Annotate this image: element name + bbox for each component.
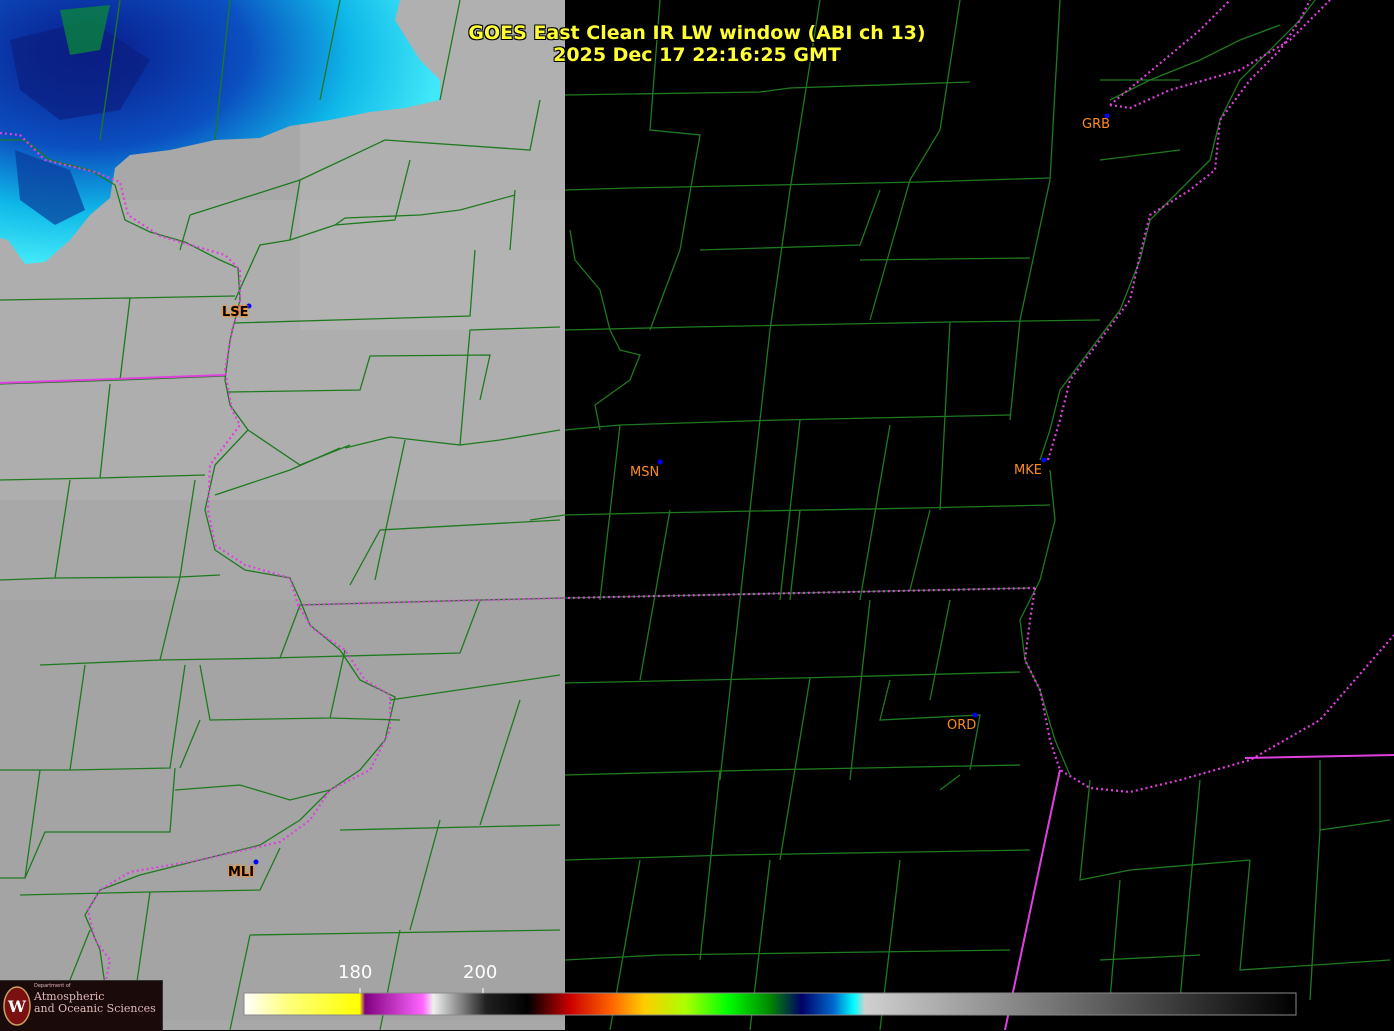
station-dot-msn — [657, 459, 663, 465]
station-dot-mli — [253, 859, 259, 865]
station-dot-mke — [1041, 457, 1047, 463]
logo-text: Atmospheric and Oceanic Sciences — [34, 991, 156, 1015]
uw-crest-icon: W — [3, 986, 31, 1026]
station-label-mke: MKE — [1014, 463, 1042, 478]
station-label-msn: MSN — [630, 465, 660, 480]
logo-line2: and Oceanic Sciences — [34, 1002, 156, 1015]
image-title: GOES East Clean IR LW window (ABI ch 13) — [468, 22, 926, 44]
svg-text:W: W — [7, 997, 27, 1016]
image-timestamp: 2025 Dec 17 22:16:25 GMT — [553, 44, 841, 66]
station-label-ord: ORD — [947, 718, 977, 733]
station-label-lse: LSE — [222, 305, 249, 320]
station-label-mli: MLI — [228, 865, 255, 880]
logo-department-of: Department of — [34, 983, 71, 989]
colorbar-tick-200: 200 — [463, 962, 498, 983]
satellite-map — [0, 0, 1394, 1030]
station-dot-ord — [972, 712, 978, 718]
station-label-grb: GRB — [1082, 117, 1111, 132]
colorbar-tick-180: 180 — [338, 962, 373, 983]
aos-logo: W Department of Atmospheric and Oceanic … — [0, 980, 163, 1031]
temperature-colorbar — [244, 993, 1296, 1015]
